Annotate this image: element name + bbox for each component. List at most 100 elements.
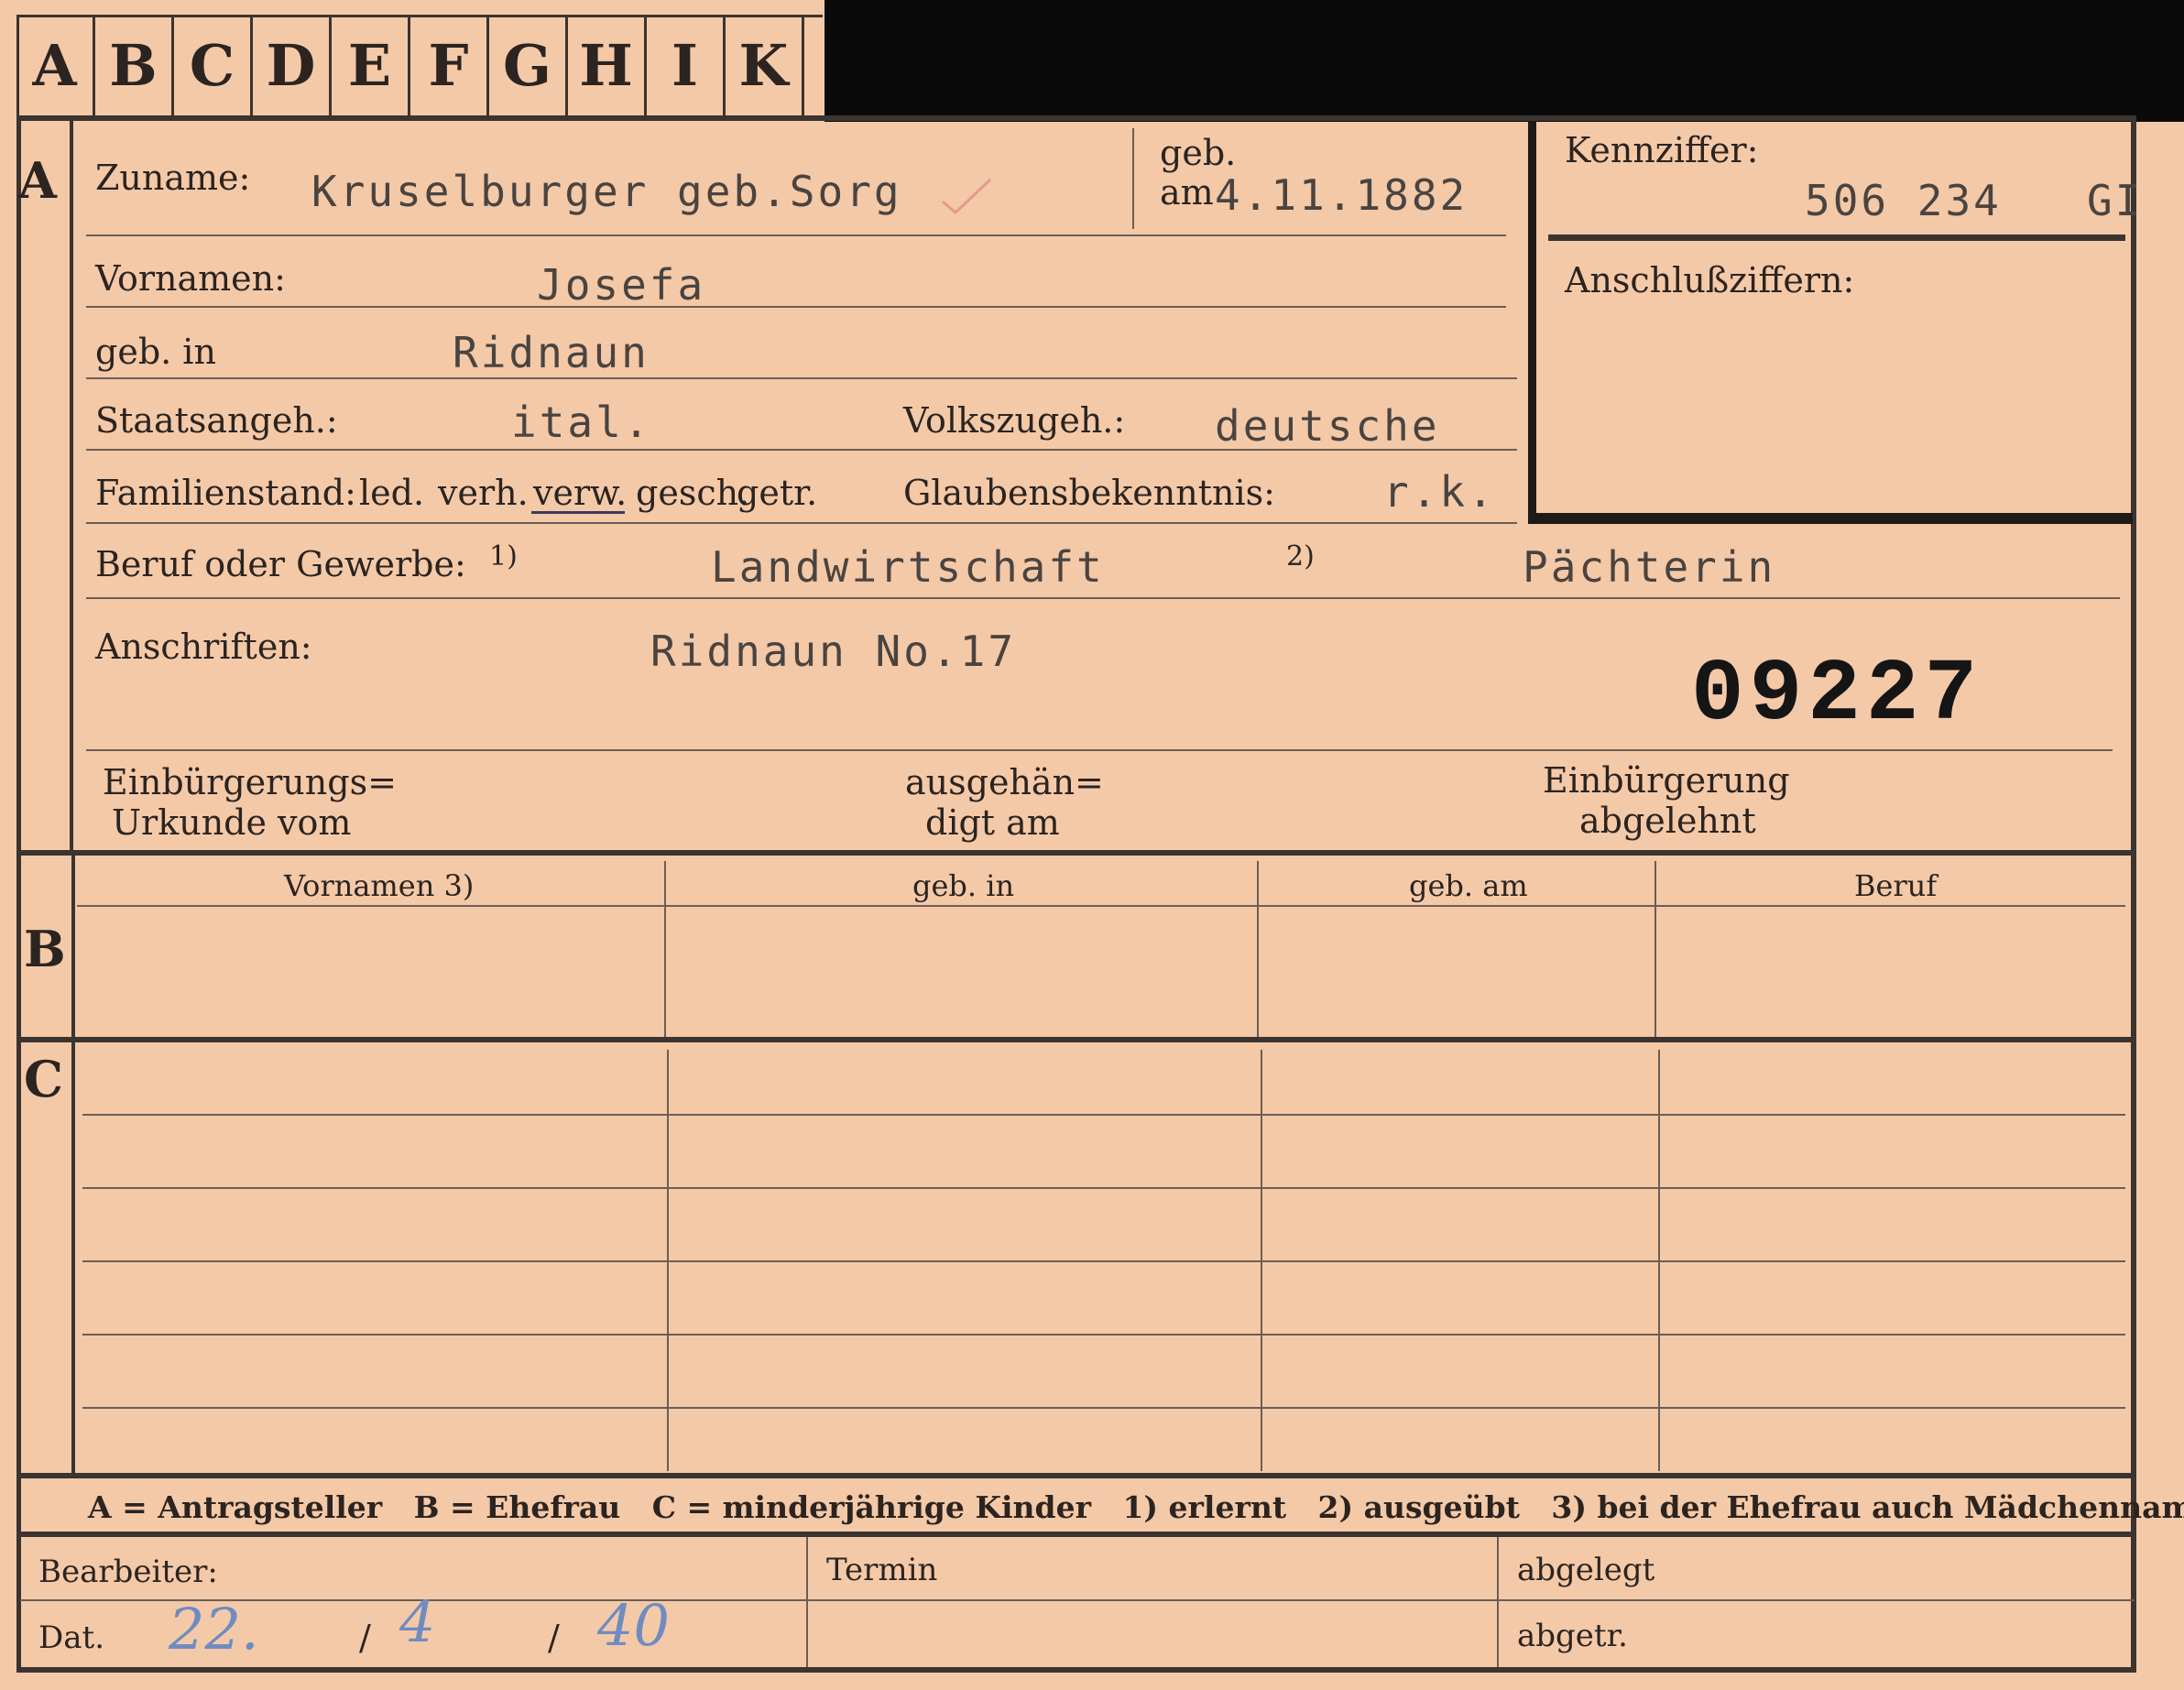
staat-value: ital.	[511, 398, 652, 447]
c-row-line-1	[82, 1114, 2125, 1116]
c-row-line-5	[82, 1407, 2125, 1409]
legend-bottom	[16, 1532, 2136, 1537]
abgelegt-label: abgelegt	[1517, 1552, 1655, 1588]
footer-col-2	[1497, 1537, 1499, 1667]
anschluss-label: Anschlußziffern:	[1565, 260, 1855, 300]
anschriften-label: Anschriften:	[95, 627, 312, 667]
einb-abgelehnt-line1: Einbürgerung	[1543, 760, 1790, 801]
kennziffer-value: 506 234	[1805, 176, 2002, 225]
section-b-header-line	[77, 905, 2125, 907]
bearbeiter-label: Bearbeiter:	[38, 1554, 218, 1590]
row-line-2	[86, 306, 1506, 308]
dat-slash-1: /	[359, 1618, 371, 1658]
familienstand-verh: verh.	[438, 473, 529, 513]
section-a-bottom	[16, 850, 2136, 856]
geb-am-value: 4.11.1882	[1215, 170, 1469, 220]
dat-year: 40	[597, 1592, 670, 1659]
familienstand-gesch: gesch.	[636, 473, 750, 513]
familienstand-verw-underline	[531, 511, 625, 514]
row-line-4	[86, 449, 1517, 451]
beruf-label: Beruf oder Gewerbe:	[95, 544, 466, 584]
familienstand-verw: verw.	[533, 473, 628, 513]
dat-month: 4	[399, 1588, 436, 1655]
check-mark	[939, 174, 994, 220]
einb-urkunde-line1: Einbürgerungs=	[103, 762, 397, 802]
stamp-number: 09227	[1691, 645, 1983, 745]
kennziffer-suffix: GI	[2087, 176, 2144, 225]
kennziffer-label: Kennziffer:	[1565, 130, 1759, 170]
geb-am-label: am	[1160, 172, 1214, 213]
geb-label: geb.	[1160, 133, 1237, 173]
zuname-label: Zuname:	[95, 158, 251, 198]
index-tab-f[interactable]: F	[410, 15, 489, 115]
section-b-letter: B	[24, 920, 66, 978]
row-line-1	[86, 234, 1506, 236]
dat-slash-2: /	[548, 1618, 560, 1658]
index-tab-d[interactable]: D	[253, 15, 332, 115]
col-line-1b	[664, 861, 666, 1037]
familienstand-label: Familienstand:	[95, 473, 356, 513]
index-tab-a[interactable]: A	[16, 15, 95, 115]
dat-label: Dat.	[38, 1619, 105, 1656]
familienstand-getr: getr.	[737, 473, 818, 513]
column-head-beruf: Beruf	[1854, 868, 1938, 903]
glaube-value: r.k.	[1383, 467, 1496, 517]
column-head-gebin: geb. in	[912, 868, 1015, 903]
beruf-value1: Landwirtschaft	[711, 542, 1105, 592]
row-line-7	[86, 749, 2113, 751]
dat-day: 22.	[169, 1596, 259, 1663]
frame-bottom	[16, 1667, 2136, 1673]
c-row-line-2	[82, 1187, 2125, 1189]
row-line-3	[86, 377, 1517, 379]
section-c-bottom	[16, 1473, 2136, 1478]
staat-label: Staatsangeh.:	[95, 400, 338, 441]
ausgeh-line1: ausgehän=	[905, 762, 1104, 802]
einb-urkunde-line2: Urkunde vom	[112, 802, 352, 843]
vornamen-value: Josefa	[537, 260, 706, 310]
index-tab-c[interactable]: C	[174, 15, 253, 115]
registration-card: A B C D E F G H I K A Zuname: Kruselburg…	[0, 0, 2184, 1690]
familienstand-led: led.	[359, 473, 425, 513]
abgetr-label: abgetr.	[1517, 1618, 1628, 1654]
index-tab-b[interactable]: B	[95, 15, 174, 115]
beruf-note2: 2)	[1286, 540, 1315, 572]
index-tab-i[interactable]: I	[647, 15, 726, 115]
beruf-note1: 1)	[489, 540, 518, 572]
c-row-line-3	[82, 1260, 2125, 1262]
gebin-value: Ridnaun	[453, 328, 650, 377]
index-tab-h[interactable]: H	[568, 15, 647, 115]
column-head-vornamen: Vornamen 3)	[284, 868, 475, 903]
glaube-label: Glaubensbekenntnis:	[903, 473, 1275, 513]
volk-label: Volkszugeh.:	[903, 400, 1126, 441]
frame-left	[16, 115, 21, 1673]
section-a-divider	[70, 121, 73, 854]
geb-divider	[1132, 128, 1134, 229]
section-c-divider	[71, 1042, 75, 1473]
row-line-5	[86, 522, 1517, 524]
c-row-line-4	[82, 1334, 2125, 1336]
col-line-2b	[1257, 861, 1259, 1037]
footer-mid-line	[20, 1599, 2135, 1601]
section-a-letter: A	[18, 151, 57, 210]
vornamen-label: Vornamen:	[95, 258, 286, 299]
section-c-letter: C	[24, 1050, 63, 1108]
einb-abgelehnt-line2: abgelehnt	[1579, 801, 1756, 841]
volk-value: deutsche	[1215, 401, 1440, 451]
kennziffer-separator	[1548, 234, 2125, 241]
index-tab-g[interactable]: G	[489, 15, 568, 115]
anschriften-value: Ridnaun No.17	[650, 627, 1017, 676]
index-tab-k[interactable]: K	[726, 15, 804, 115]
zuname-value: Kruselburger geb.Sorg	[311, 167, 902, 216]
row-line-6	[86, 597, 2120, 599]
ausgeh-line2: digt am	[925, 802, 1060, 843]
termin-label: Termin	[826, 1552, 938, 1588]
gebin-label: geb. in	[95, 332, 216, 372]
legend-text: A = Antragsteller B = Ehefrau C = minder…	[88, 1489, 2184, 1525]
column-head-gebam: geb. am	[1409, 868, 1528, 903]
beruf-value2: Pächterin	[1523, 542, 1776, 592]
footer-col-1	[806, 1537, 808, 1667]
col-line-3b	[1654, 861, 1656, 1037]
index-tab-e[interactable]: E	[332, 15, 410, 115]
section-b-bottom	[16, 1037, 2136, 1042]
section-b-divider	[71, 856, 75, 1039]
